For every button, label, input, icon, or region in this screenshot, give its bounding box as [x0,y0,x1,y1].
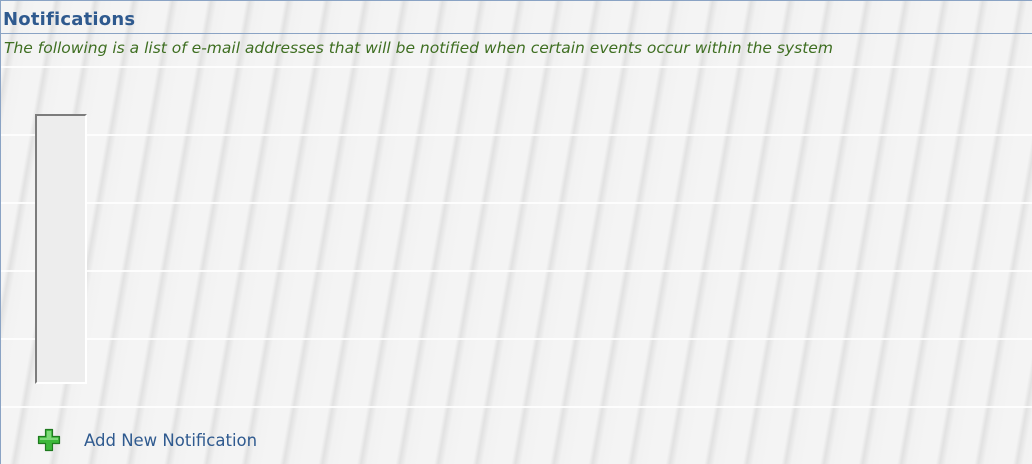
plus-icon[interactable] [37,428,61,452]
section-description: The following is a list of e-mail addres… [4,39,833,57]
title-divider [1,33,1032,34]
notifications-panel: Notifications The following is a list of… [0,0,1032,464]
section-title: Notifications [3,9,136,30]
notification-email-list[interactable] [35,114,87,384]
add-notification-link[interactable]: Add New Notification [37,427,257,453]
add-notification-label[interactable]: Add New Notification [84,431,257,450]
